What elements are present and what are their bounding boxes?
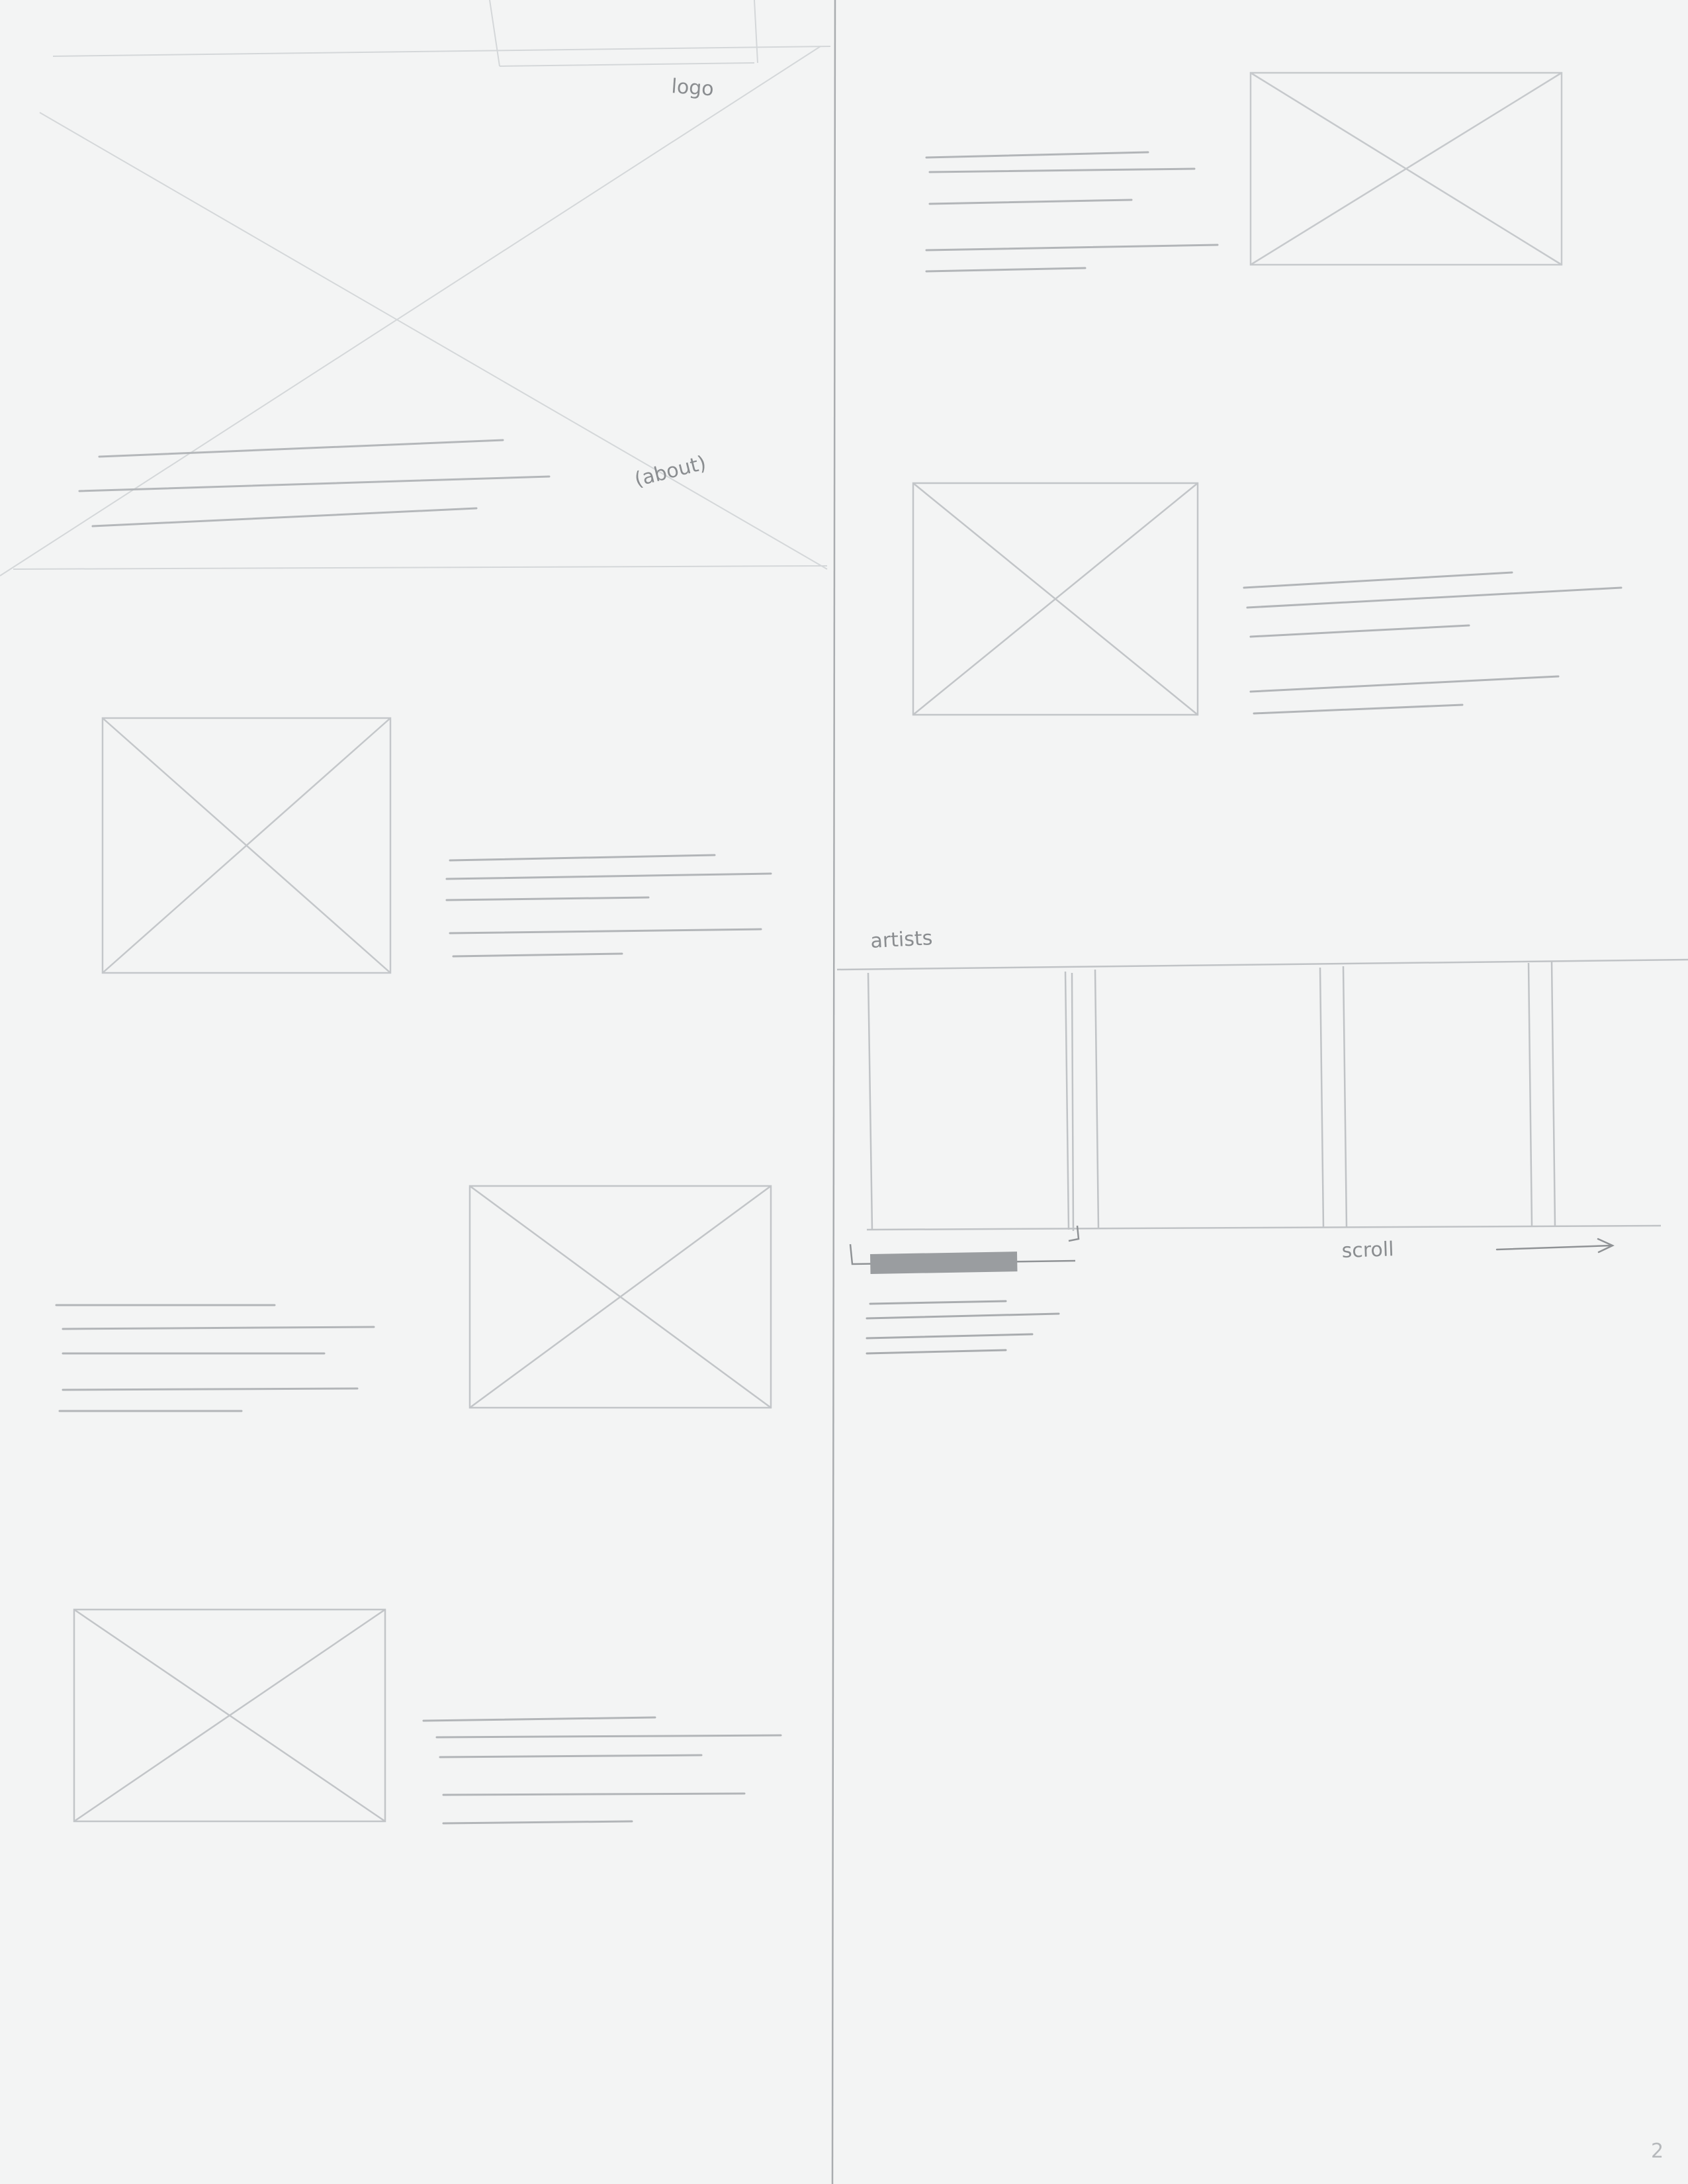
caption-title-bar	[870, 1251, 1018, 1274]
scroll-annotation: scroll	[1341, 1238, 1394, 1263]
logo-annotation: logo	[670, 75, 714, 101]
page-number: 2	[1651, 2140, 1664, 2163]
paper-background	[0, 0, 1688, 2184]
wireframe-sketch-page: logo (about) artists scroll 2	[0, 0, 1688, 2184]
artists-annotation: artists	[870, 927, 934, 953]
